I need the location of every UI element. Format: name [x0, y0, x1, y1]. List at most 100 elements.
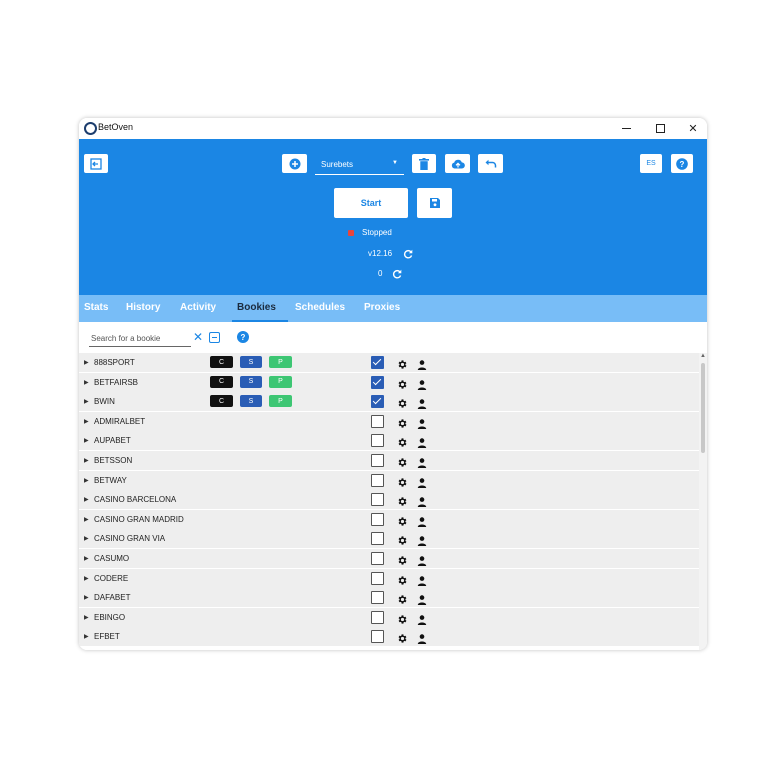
maximize-button[interactable] — [643, 118, 677, 139]
bookie-enabled-checkbox[interactable] — [371, 454, 384, 467]
close-icon: ✕ — [688, 123, 698, 135]
list-scrollbar[interactable]: ▲ — [699, 353, 707, 650]
badge-s: S — [240, 395, 262, 408]
logout-icon — [90, 157, 102, 170]
expand-arrow-icon[interactable]: ▶ — [84, 594, 89, 601]
expand-arrow-icon[interactable]: ▶ — [84, 535, 89, 542]
expand-arrow-icon[interactable]: ▶ — [84, 614, 89, 621]
bookie-row[interactable]: ▶ BETFAIRSB C S P — [79, 372, 699, 392]
bookie-name: EBINGO — [94, 612, 126, 622]
floppy-icon — [429, 198, 440, 208]
tab-stats[interactable]: Stats — [84, 302, 108, 313]
tab-bar: Stats History Activity Bookies Schedules… — [79, 295, 707, 322]
bookie-row[interactable]: ▶ CASUMO — [79, 549, 699, 568]
start-button[interactable]: Start — [334, 188, 408, 218]
control-header: Surebets ▼ ES ? Start Stopped v12.16 0 — [79, 139, 707, 295]
clear-search-icon[interactable]: ✕ — [193, 331, 203, 343]
expand-arrow-icon[interactable]: ▶ — [84, 379, 89, 386]
bookie-name: BETWAY — [94, 475, 127, 485]
undo-icon — [485, 159, 496, 167]
refresh-icon[interactable] — [403, 249, 413, 259]
expand-arrow-icon[interactable]: ▶ — [84, 477, 89, 484]
bookie-row[interactable]: ▶ CASINO GRAN MADRID — [79, 509, 699, 529]
bookie-enabled-checkbox[interactable] — [371, 532, 384, 546]
cloud-upload-icon — [451, 159, 465, 168]
bookie-name: CASINO GRAN MADRID — [94, 514, 184, 524]
profile-select[interactable]: Surebets ▼ — [315, 152, 404, 175]
bookie-name: AUPABET — [94, 436, 131, 446]
scroll-up-icon[interactable]: ▲ — [700, 353, 706, 359]
logout-button[interactable] — [84, 154, 108, 173]
expand-arrow-icon[interactable]: ▶ — [84, 575, 89, 582]
bookie-enabled-checkbox[interactable] — [371, 375, 384, 389]
status-indicator — [348, 230, 354, 236]
bookie-enabled-checkbox[interactable] — [371, 395, 384, 409]
bookie-enabled-checkbox[interactable] — [371, 630, 384, 644]
refresh-icon[interactable] — [392, 269, 402, 279]
bookie-enabled-checkbox[interactable] — [371, 610, 384, 624]
search-input[interactable] — [89, 330, 191, 347]
undo-button[interactable] — [478, 154, 503, 173]
bookie-row[interactable]: ▶ EBINGO — [79, 607, 699, 627]
tab-proxies[interactable]: Proxies — [364, 302, 400, 313]
expand-arrow-icon[interactable]: ▶ — [84, 457, 89, 464]
bookie-enabled-checkbox[interactable] — [371, 493, 384, 507]
status-text: Stopped — [362, 228, 392, 237]
scroll-thumb[interactable] — [701, 363, 705, 453]
upload-button[interactable] — [445, 154, 470, 173]
bookie-row[interactable]: ▶ EFBET — [79, 627, 699, 649]
bookie-list: ▶ 888SPORT C S P ▶ BETFAIRSB C S P ▶ BWIN C S P ▶ ADMIRA… — [79, 353, 699, 650]
delete-profile-button[interactable] — [412, 154, 436, 173]
minimize-button[interactable] — [609, 118, 643, 139]
expand-arrow-icon[interactable]: ▶ — [84, 437, 89, 444]
gear-icon[interactable] — [397, 631, 408, 649]
expand-arrow-icon[interactable]: ▶ — [84, 418, 89, 425]
tab-activity[interactable]: Activity — [180, 302, 216, 313]
bookie-enabled-checkbox[interactable] — [371, 571, 384, 585]
expand-arrow-icon[interactable]: ▶ — [84, 496, 89, 503]
bookie-name: 888SPORT — [94, 358, 135, 367]
expand-arrow-icon[interactable]: ▶ — [84, 359, 89, 366]
bookie-row[interactable]: ▶ DAFABET — [79, 588, 699, 608]
title-bar: BetOven ✕ — [79, 118, 707, 139]
help-button[interactable]: ? — [671, 154, 693, 173]
bookie-name: CODERE — [94, 573, 129, 583]
bookie-row[interactable]: ▶ 888SPORT C S P — [79, 353, 699, 372]
add-profile-button[interactable] — [282, 154, 307, 173]
bookie-enabled-checkbox[interactable] — [371, 356, 384, 369]
bookie-enabled-checkbox[interactable] — [371, 591, 384, 605]
bookie-name: ADMIRALBET — [94, 416, 146, 426]
save-button[interactable] — [417, 188, 452, 218]
tab-schedules[interactable]: Schedules — [295, 302, 345, 313]
expand-arrow-icon[interactable]: ▶ — [84, 555, 89, 562]
expand-arrow-icon[interactable]: ▶ — [84, 516, 89, 523]
bookie-row[interactable]: ▶ AUPABET — [79, 431, 699, 451]
tab-bookies[interactable]: Bookies — [237, 302, 276, 313]
bookie-enabled-checkbox[interactable] — [371, 434, 384, 448]
bookie-row[interactable]: ▶ CASINO GRAN VIA — [79, 529, 699, 549]
bookie-row[interactable]: ▶ BETSSON — [79, 451, 699, 470]
bookie-name: DAFABET — [94, 593, 131, 603]
badge-p: P — [269, 356, 292, 368]
bookie-name: CASUMO — [94, 554, 130, 563]
bookie-row[interactable]: ▶ CODERE — [79, 568, 699, 588]
badge-s: S — [240, 375, 262, 388]
expand-arrow-icon[interactable]: ▶ — [84, 633, 89, 640]
badge-p: P — [269, 375, 292, 388]
bookie-row[interactable]: ▶ BWIN C S P — [79, 392, 699, 412]
bookie-row[interactable]: ▶ CASINO BARCELONA — [79, 490, 699, 510]
svg-text:?: ? — [680, 160, 685, 169]
language-button[interactable]: ES — [640, 154, 662, 173]
bookie-row[interactable]: ▶ ADMIRALBET — [79, 411, 699, 431]
collapse-all-icon[interactable] — [209, 332, 220, 343]
tab-history[interactable]: History — [126, 302, 160, 313]
person-icon[interactable] — [417, 631, 427, 649]
help-icon[interactable]: ? — [237, 331, 249, 343]
expand-arrow-icon[interactable]: ▶ — [84, 398, 89, 405]
bookie-enabled-checkbox[interactable] — [371, 414, 384, 428]
close-button[interactable]: ✕ — [676, 118, 707, 139]
bookie-enabled-checkbox[interactable] — [371, 512, 384, 526]
bookie-row[interactable]: ▶ BETWAY — [79, 470, 699, 490]
bookie-enabled-checkbox[interactable] — [371, 552, 384, 565]
bookie-enabled-checkbox[interactable] — [371, 473, 384, 487]
